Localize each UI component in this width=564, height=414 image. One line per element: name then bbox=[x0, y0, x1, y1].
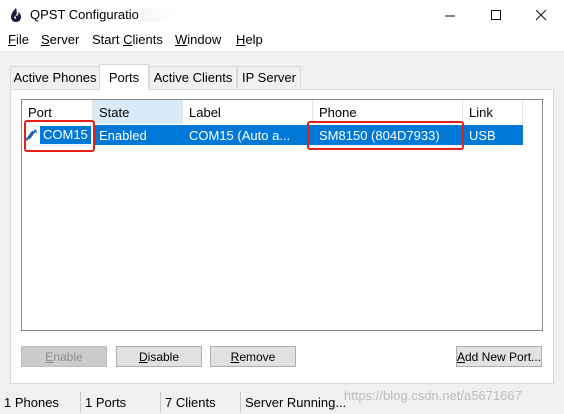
link-cell: USB bbox=[469, 127, 496, 143]
menu-start-clients[interactable]: Start Clients bbox=[92, 32, 163, 47]
label-cell: COM15 (Auto a... bbox=[189, 127, 291, 143]
close-icon bbox=[535, 9, 546, 20]
title-bar[interactable]: QPST Configuratio bbox=[0, 0, 564, 30]
menu-file[interactable]: File bbox=[8, 32, 29, 47]
menu-window[interactable]: Window bbox=[175, 32, 221, 47]
annotation-box-port bbox=[24, 120, 95, 152]
watermark: https://blog.csdn.net/a5671667 bbox=[344, 388, 522, 403]
minimize-button[interactable] bbox=[427, 0, 473, 30]
maximize-icon bbox=[490, 9, 501, 20]
qpst-app-icon bbox=[11, 8, 21, 22]
ports-list[interactable]: Port State Label Phone Link COM15 Enable… bbox=[21, 99, 543, 331]
status-clients: 7 Clients bbox=[160, 392, 240, 412]
remove-button[interactable]: Remove bbox=[210, 346, 296, 367]
menu-server[interactable]: Server bbox=[41, 32, 79, 47]
maximize-button[interactable] bbox=[473, 0, 519, 30]
ports-list-header: Port State Label Phone Link bbox=[22, 100, 542, 124]
column-header-state[interactable]: State bbox=[93, 100, 183, 124]
tab-ip-server[interactable]: IP Server bbox=[237, 66, 301, 88]
close-button[interactable] bbox=[518, 0, 564, 30]
enable-button[interactable]: Enable bbox=[21, 346, 107, 367]
state-cell: Enabled bbox=[99, 127, 147, 143]
status-phones: 1 Phones bbox=[4, 394, 59, 410]
column-header-link[interactable]: Link bbox=[463, 100, 523, 124]
title-redaction bbox=[140, 8, 176, 22]
tab-active-phones[interactable]: Active Phones bbox=[10, 66, 100, 88]
minimize-icon bbox=[444, 15, 455, 16]
annotation-box-phone bbox=[307, 121, 464, 150]
window-title: QPST Configuratio bbox=[30, 7, 139, 22]
tab-active-clients[interactable]: Active Clients bbox=[149, 66, 237, 88]
menu-bar: File Server Start Clients Window Help bbox=[0, 30, 564, 51]
add-new-port-button[interactable]: Add New Port... bbox=[456, 346, 542, 367]
column-header-label[interactable]: Label bbox=[183, 100, 313, 124]
tab-ports[interactable]: Ports bbox=[99, 64, 149, 90]
status-ports: 1 Ports bbox=[80, 392, 160, 412]
disable-button[interactable]: Disable bbox=[116, 346, 202, 367]
menu-help[interactable]: Help bbox=[236, 32, 263, 47]
